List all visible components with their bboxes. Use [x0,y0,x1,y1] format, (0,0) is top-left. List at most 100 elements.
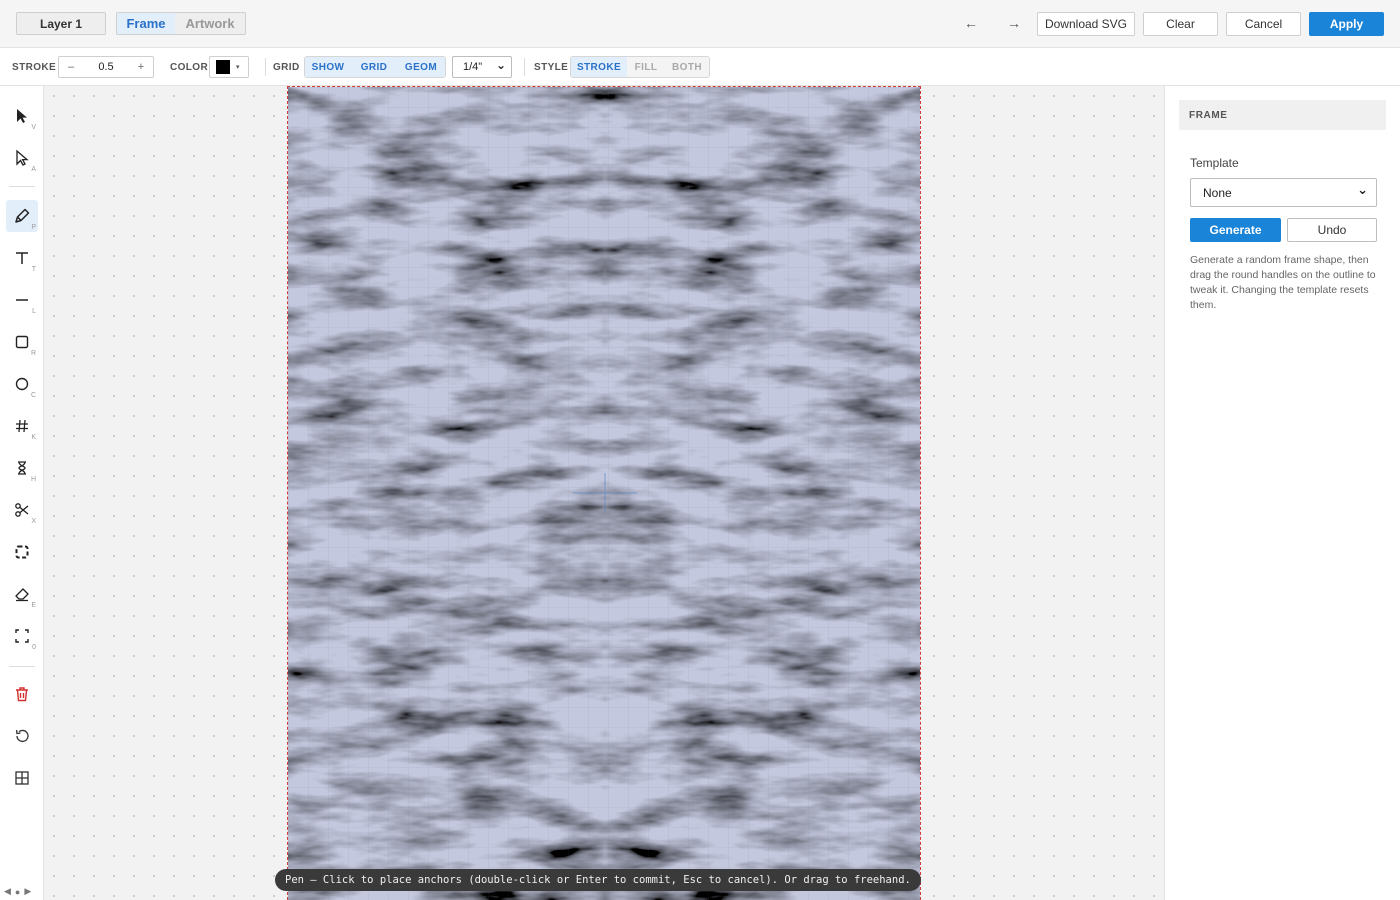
scroll-left-icon[interactable]: ◀ [4,886,11,897]
square-icon [15,335,29,349]
generate-button[interactable]: Generate [1190,218,1281,242]
mode-switch: Frame Artwork [116,12,246,35]
grid-toggle-group: SHOW GRID GEOM [304,56,446,78]
style-stroke-option[interactable]: STROKE [571,57,627,77]
circle-icon [15,377,29,391]
direct-select-tool[interactable]: A [6,142,38,174]
status-hint: Pen — Click to place anchors (double-cli… [275,869,921,891]
style-toggle-group: STROKE FILL BOTH [570,56,710,78]
template-value: None [1203,185,1232,200]
download-svg-button[interactable]: Download SVG [1037,12,1135,36]
color-picker[interactable]: ▾ [209,56,249,78]
artboard[interactable] [287,86,921,900]
line-icon [16,299,28,301]
color-swatch [216,60,230,74]
select-tool[interactable]: V [6,100,38,132]
eraser-tool[interactable]: E [6,578,38,610]
delete-tool[interactable] [6,678,38,710]
grid-2x2-icon [15,771,29,785]
divider [265,58,266,76]
reset-tool[interactable] [6,720,38,752]
apply-button[interactable]: Apply [1309,12,1384,36]
shortcut-key: X [31,518,36,525]
shortcut-key: T [31,266,36,273]
grid-label: GRID [273,62,300,73]
divider [524,58,525,76]
scissors-tool[interactable]: X [6,494,38,526]
artwork-texture [288,87,920,900]
stroke-increment-button[interactable]: + [129,61,153,73]
arrow-outline-icon [16,149,29,166]
redo-arrow-icon[interactable]: → [1002,12,1026,34]
arrow-pointer-icon [17,109,27,123]
shortcut-key: E [31,602,36,609]
scroll-center-icon[interactable]: ● [15,887,20,897]
hourglass-tool[interactable]: H [6,452,38,484]
corners-icon [15,629,29,643]
shortcut-key: L [32,308,36,315]
undo-button[interactable]: Undo [1287,218,1377,242]
pen-tool[interactable]: P [6,200,38,232]
stroke-decrement-button[interactable]: – [59,61,83,73]
template-select[interactable]: None ⌄ [1190,178,1377,207]
frame-select-tool[interactable] [6,536,38,568]
scissors-icon [15,503,29,517]
rotate-ccw-icon [15,729,29,743]
help-text: Generate a random frame shape, then drag… [1190,254,1376,311]
canvas-area[interactable]: Pen — Click to place anchors (double-cli… [44,86,1164,900]
circle-tool[interactable]: C [6,368,38,400]
tab-frame[interactable]: Frame [117,13,175,34]
grid-show-toggle[interactable]: SHOW [305,57,351,77]
shortcut-key: V [31,124,36,131]
grid-geom-toggle[interactable]: GEOM [397,57,445,77]
divider [9,186,35,187]
rectangle-tool[interactable]: R [6,326,38,358]
divider [9,666,35,667]
grid-grid-toggle[interactable]: GRID [351,57,397,77]
shortcut-key: P [31,224,36,231]
undo-arrow-icon[interactable]: ← [959,12,983,34]
layer-selector[interactable]: Layer 1 [16,12,106,35]
shortcut-key: C [30,392,36,399]
chevron-down-icon: ⌄ [1357,181,1368,197]
stroke-width-value[interactable]: 0.5 [83,61,129,73]
scroll-controls: ◀ ● ▶ [4,886,31,897]
shortcut-key: 0 [32,644,36,651]
scroll-right-icon[interactable]: ▶ [24,886,31,897]
trash-icon [16,687,28,702]
grid-size-select[interactable]: 1/4" ⌄ [452,56,512,78]
style-label: STYLE [534,62,569,73]
tab-artwork[interactable]: Artwork [175,13,245,34]
top-bar: Layer 1 Frame Artwork ← → Download SVG C… [0,0,1400,48]
cancel-button[interactable]: Cancel [1226,12,1301,36]
chevron-down-icon: ⌄ [495,57,506,72]
grid-tool[interactable]: K [6,410,38,442]
style-fill-option[interactable]: FILL [627,57,665,77]
color-label: COLOR [170,62,209,73]
text-icon [16,252,28,264]
stroke-label: STROKE [12,62,57,73]
template-label: Template [1190,156,1239,170]
style-both-option[interactable]: BOTH [665,57,709,77]
dashed-square-icon [15,545,29,559]
hourglass-icon [18,461,26,475]
fit-tool[interactable]: 0 [6,620,38,652]
pen-icon [15,208,30,223]
grid-size-value: 1/4" [463,61,483,73]
shortcut-key: R [30,350,36,357]
chevron-down-icon: ▾ [236,64,240,71]
properties-panel: FRAME Template None ⌄ Generate Undo Gene… [1164,86,1400,900]
shortcut-key: A [31,166,36,173]
shortcut-key: K [31,434,36,441]
clear-button[interactable]: Clear [1143,12,1218,36]
text-tool[interactable]: T [6,242,38,274]
layout-tool[interactable] [6,762,38,794]
line-tool[interactable]: L [6,284,38,316]
tool-palette: V A P T L R C K H X E 0 ◀ ● ▶ [0,86,44,900]
hash-icon [16,419,28,433]
panel-title: FRAME [1179,100,1386,130]
options-bar: STROKE – 0.5 + COLOR ▾ GRID SHOW GRID GE… [0,48,1400,86]
shortcut-key: H [30,476,36,483]
stroke-width-stepper: – 0.5 + [58,56,154,78]
eraser-icon [15,588,29,602]
